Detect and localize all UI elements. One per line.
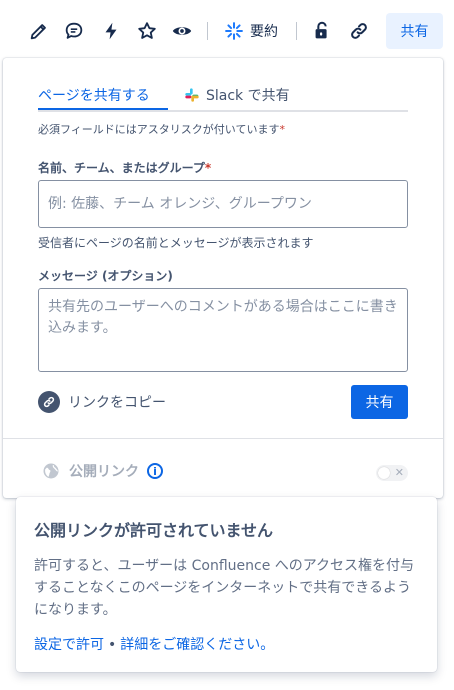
toolbar-separator bbox=[207, 22, 208, 40]
comment-icon[interactable] bbox=[62, 19, 86, 43]
share-submit-button[interactable]: 共有 bbox=[351, 385, 408, 419]
tab-share-slack-label: Slack で共有 bbox=[206, 88, 290, 104]
star-icon[interactable] bbox=[135, 19, 159, 43]
message-placeholder: 共有先のユーザーへのコメントがある場合はここに書き込みます。 bbox=[48, 299, 398, 336]
summarize-label: 要約 bbox=[250, 24, 278, 40]
required-note-text: 必須フィールドにはアスタリスクが付いています bbox=[38, 123, 280, 136]
recipients-helper-text: 受信者にページの名前とメッセージが表示されます bbox=[38, 236, 314, 250]
required-star: * bbox=[279, 123, 285, 136]
panel-divider bbox=[3, 438, 443, 439]
allow-in-settings-link[interactable]: 設定で許可 bbox=[34, 637, 104, 653]
copy-link-button[interactable]: リンクをコピー bbox=[38, 391, 166, 413]
tab-share-page[interactable]: ページを共有する bbox=[38, 85, 150, 105]
summarize-button[interactable]: 要約 bbox=[224, 18, 278, 44]
link-icon bbox=[38, 391, 60, 413]
recipients-label: 名前、チーム、またはグループ* bbox=[38, 159, 211, 176]
watch-icon[interactable] bbox=[170, 19, 194, 43]
info-icon[interactable]: i bbox=[147, 463, 163, 479]
globe-icon bbox=[43, 463, 59, 479]
share-tabs: ページを共有する Slack で共有 bbox=[38, 82, 408, 112]
popover-body: 許可すると、ユーザーは Confluence へのアクセス権を付与することなくこ… bbox=[34, 558, 415, 618]
page-toolbar: 要約 共有 bbox=[0, 0, 454, 62]
public-link-label: 公開リンク bbox=[69, 464, 139, 480]
share-dialog: ページを共有する Slack で共有 必須フィールドにはアスタリスクが付いていま… bbox=[3, 58, 443, 498]
link-separator: • bbox=[108, 637, 117, 653]
toolbar-separator bbox=[296, 22, 297, 40]
message-label: メッセージ (オプション) bbox=[38, 269, 173, 283]
tab-share-slack[interactable]: Slack で共有 bbox=[184, 85, 290, 105]
unlock-icon[interactable] bbox=[310, 19, 334, 43]
required-fields-note: 必須フィールドにはアスタリスクが付いています* bbox=[38, 121, 285, 137]
learn-more-link[interactable]: 詳細をご確認ください。 bbox=[120, 637, 274, 653]
popover-links: 設定で許可 • 詳細をご確認ください。 bbox=[34, 634, 274, 654]
close-icon: ✕ bbox=[394, 466, 404, 479]
slack-icon bbox=[185, 88, 199, 102]
public-link-row: 公開リンク i bbox=[41, 461, 163, 481]
public-link-toggle[interactable]: ✕ bbox=[376, 465, 408, 481]
required-star: * bbox=[204, 161, 212, 175]
edit-icon[interactable] bbox=[27, 19, 51, 43]
lightning-icon[interactable] bbox=[99, 19, 123, 43]
ai-spark-icon bbox=[225, 22, 243, 40]
recipients-placeholder: 例: 佐藤、チーム オレンジ、グループワン bbox=[48, 196, 312, 212]
link-icon[interactable] bbox=[347, 19, 371, 43]
active-tab-indicator bbox=[38, 108, 168, 110]
message-textarea[interactable]: 共有先のユーザーへのコメントがある場合はここに書き込みます。 bbox=[38, 288, 408, 372]
recipients-input[interactable]: 例: 佐藤、チーム オレンジ、グループワン bbox=[38, 180, 408, 228]
copy-link-label: リンクをコピー bbox=[68, 395, 166, 411]
public-link-disabled-popover: 公開リンクが許可されていません 許可すると、ユーザーは Confluence へ… bbox=[16, 497, 437, 672]
recipients-label-text: 名前、チーム、またはグループ bbox=[38, 161, 205, 175]
popover-title: 公開リンクが許可されていません bbox=[34, 521, 274, 540]
toggle-knob bbox=[378, 467, 390, 479]
share-toolbar-button[interactable]: 共有 bbox=[386, 13, 443, 49]
